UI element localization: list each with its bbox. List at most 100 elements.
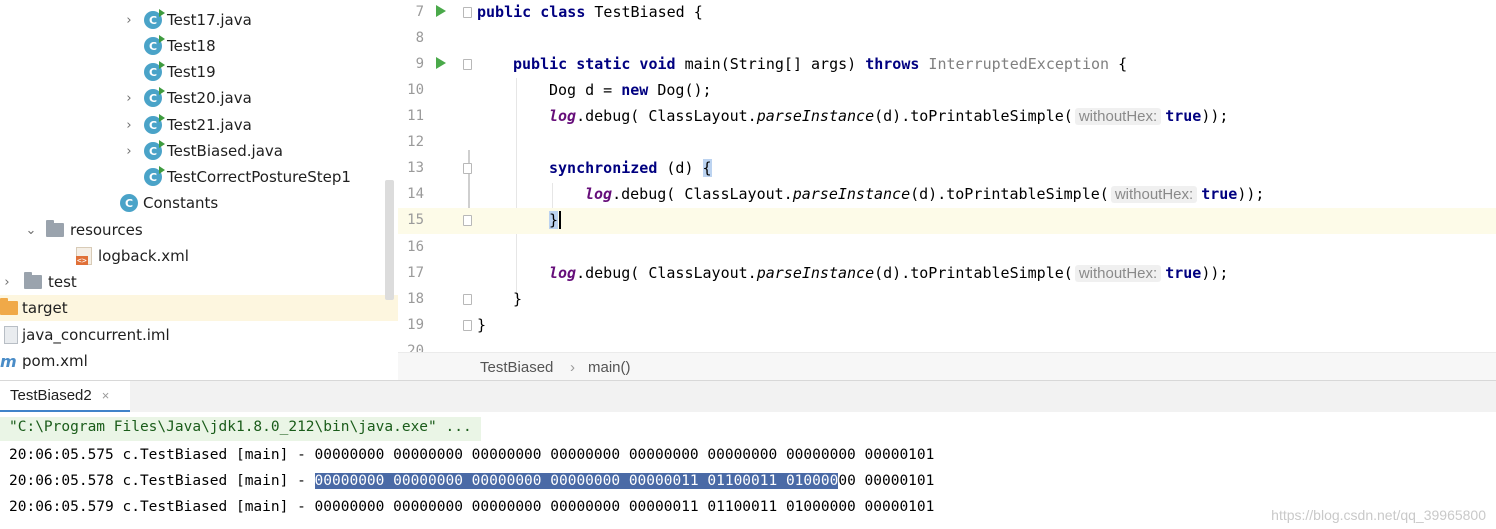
code-line-18[interactable]: 18 } (398, 287, 1496, 313)
code-line-12[interactable]: 12 (398, 130, 1496, 156)
run-console[interactable]: "C:\Program Files\Java\jdk1.8.0_212\bin\… (0, 412, 1496, 529)
matching-brace: { (702, 159, 712, 177)
line-number: 20 (407, 343, 424, 352)
code-line-8[interactable]: 8 (398, 26, 1496, 52)
console-output-line: 20:06:05.575 c.TestBiased [main] - 00000… (9, 447, 935, 463)
code-editor[interactable]: 7 public class TestBiased { 8 9 public s… (398, 0, 1496, 352)
tree-item-label: Test20.java (167, 89, 252, 107)
tree-item-pom[interactable]: m pom.xml (0, 348, 398, 374)
line-number: 10 (407, 82, 424, 98)
tree-item-label: Test17.java (167, 11, 252, 29)
run-icon[interactable] (436, 57, 446, 69)
tree-item-label: TestBiased.java (167, 142, 283, 160)
console-command-line: "C:\Program Files\Java\jdk1.8.0_212\bin\… (0, 417, 481, 441)
text-caret (559, 211, 562, 229)
line-number: 11 (407, 108, 424, 124)
class-icon: C (120, 194, 138, 212)
fold-marker-icon[interactable] (463, 294, 472, 305)
run-icon[interactable] (436, 5, 446, 17)
chevron-right-icon[interactable]: › (122, 144, 136, 159)
code-line-15[interactable]: 15 } (398, 208, 1496, 234)
tree-item-testbiased[interactable]: › C TestBiased.java (0, 138, 398, 164)
line-number: 14 (407, 186, 424, 202)
tree-item-test21[interactable]: › C Test21.java (0, 112, 398, 138)
tree-item-test18[interactable]: C Test18 (0, 33, 398, 59)
code-line-14[interactable]: 14 log.debug( ClassLayout.parseInstance(… (398, 182, 1496, 208)
tree-item-resources[interactable]: ⌄ resources (0, 217, 398, 243)
line-number: 19 (407, 317, 424, 333)
folder-icon (0, 298, 18, 315)
chevron-right-icon[interactable]: › (122, 13, 136, 28)
fold-marker-icon[interactable] (463, 215, 472, 226)
code-text: synchronized (d) { (549, 159, 712, 177)
tree-item-label: Test19 (167, 63, 216, 81)
line-number: 9 (415, 56, 424, 72)
code-line-10[interactable]: 10 Dog d = new Dog(); (398, 78, 1496, 104)
code-text: log.debug( ClassLayout.parseInstance(d).… (585, 185, 1265, 203)
tree-item-label: Constants (143, 194, 219, 212)
code-line-13[interactable]: 13 synchronized (d) { (398, 156, 1496, 182)
code-text: } (513, 290, 523, 308)
tree-item-testcorrectposturestep1[interactable]: C TestCorrectPostureStep1 (0, 164, 398, 190)
run-tool-window-tabs: TestBiased2 × (0, 380, 1496, 413)
tree-scrollbar[interactable] (385, 180, 394, 300)
parameter-hint: withoutHex: (1074, 265, 1162, 282)
code-line-7[interactable]: 7 public class TestBiased { (398, 0, 1496, 26)
fold-marker-icon[interactable] (463, 163, 472, 174)
code-text: log.debug( ClassLayout.parseInstance(d).… (549, 107, 1229, 125)
tree-item-label: java_concurrent.iml (22, 326, 170, 344)
text-selection: 00000000 00000000 00000000 00000000 0000… (314, 473, 839, 489)
parameter-hint: withoutHex: (1110, 186, 1198, 203)
chevron-right-icon[interactable]: › (122, 118, 136, 133)
parameter-hint: withoutHex: (1074, 108, 1162, 125)
class-icon: C (144, 87, 165, 107)
line-number: 17 (407, 265, 424, 281)
close-icon[interactable]: × (102, 388, 110, 403)
code-text: public class TestBiased { (477, 3, 703, 21)
code-line-20[interactable]: 20 (398, 339, 1496, 352)
code-line-9[interactable]: 9 public static void main(String[] args)… (398, 52, 1496, 78)
line-number: 15 (407, 212, 424, 228)
line-number: 13 (407, 160, 424, 176)
line-number: 7 (415, 4, 424, 20)
tree-item-label: target (22, 299, 68, 317)
tree-item-test19[interactable]: C Test19 (0, 59, 398, 85)
tree-item-iml[interactable]: java_concurrent.iml (0, 322, 398, 348)
class-icon: C (144, 114, 165, 134)
tab-testbiased2[interactable]: TestBiased2 × (0, 381, 130, 413)
class-icon: C (144, 61, 165, 81)
code-text: } (549, 211, 562, 229)
project-tree: › C Test17.java C Test18 C Test19 › C Te… (0, 0, 398, 380)
tree-item-target[interactable]: target (0, 295, 398, 321)
tree-item-test20[interactable]: › C Test20.java (0, 85, 398, 111)
class-icon: C (144, 35, 165, 55)
tree-item-label: test (48, 273, 77, 291)
tree-item-label: resources (70, 221, 143, 239)
class-icon: C (144, 9, 165, 29)
chevron-down-icon[interactable]: ⌄ (24, 223, 38, 238)
iml-file-icon (4, 326, 18, 344)
fold-marker-icon[interactable] (463, 320, 472, 331)
code-line-17[interactable]: 17 log.debug( ClassLayout.parseInstance(… (398, 261, 1496, 287)
tree-item-logback-xml[interactable]: logback.xml (0, 243, 398, 269)
line-number: 18 (407, 291, 424, 307)
chevron-right-icon[interactable]: › (0, 275, 14, 290)
chevron-right-icon[interactable]: › (122, 91, 136, 106)
line-number: 16 (407, 239, 424, 255)
fold-marker-icon[interactable] (463, 7, 472, 18)
tree-item-test17[interactable]: › C Test17.java (0, 7, 398, 33)
breadcrumb-separator: › (570, 359, 575, 376)
breadcrumb-method[interactable]: main() (588, 359, 631, 376)
code-line-11[interactable]: 11 log.debug( ClassLayout.parseInstance(… (398, 104, 1496, 130)
class-icon: C (144, 140, 165, 160)
code-line-16[interactable]: 16 (398, 235, 1496, 261)
class-icon: C (144, 166, 165, 186)
breadcrumb-class[interactable]: TestBiased (480, 359, 553, 376)
code-line-19[interactable]: 19 } (398, 313, 1496, 339)
folder-icon (46, 220, 64, 237)
tree-item-label: Test21.java (167, 116, 252, 134)
folder-icon (24, 272, 42, 289)
fold-marker-icon[interactable] (463, 59, 472, 70)
tree-item-constants[interactable]: C Constants (0, 190, 398, 216)
tree-item-test[interactable]: › test (0, 269, 398, 295)
